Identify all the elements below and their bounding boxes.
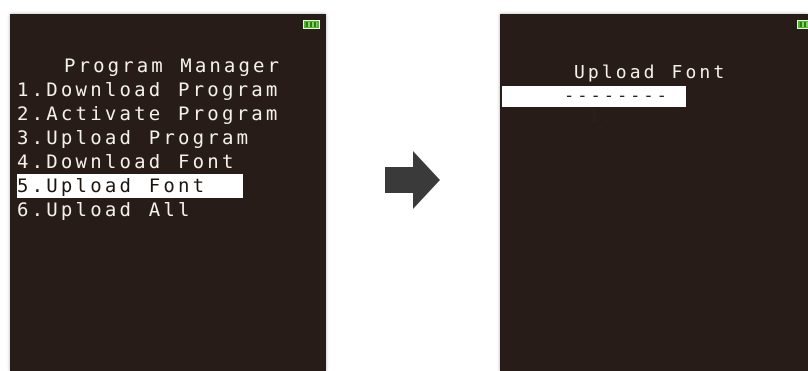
left-terminal-screen: Program Manager 1.Download Program 2.Act… bbox=[10, 14, 326, 371]
font-entry-value: -------- bbox=[564, 86, 670, 106]
menu-item-upload-all[interactable]: 6.Upload All bbox=[17, 198, 193, 222]
menu-item-upload-program[interactable]: 3.Upload Program bbox=[17, 126, 251, 150]
right-arrow-icon bbox=[385, 151, 440, 209]
battery-icon bbox=[303, 20, 320, 29]
right-terminal-screen: Upload Font 1. -------- bbox=[500, 14, 808, 371]
menu-item-upload-font[interactable]: 5.Upload Font bbox=[17, 174, 243, 198]
menu-item-download-program[interactable]: 1.Download Program bbox=[17, 78, 281, 102]
font-entry-index: 1. bbox=[589, 107, 616, 127]
stage: Program Manager 1.Download Program 2.Act… bbox=[0, 0, 808, 371]
battery-icon bbox=[797, 20, 808, 29]
font-entry-row[interactable]: 1. -------- bbox=[502, 86, 686, 127]
menu-item-download-font[interactable]: 4.Download Font bbox=[17, 150, 237, 174]
upload-font-title: Upload Font bbox=[574, 62, 728, 83]
program-manager-title: Program Manager bbox=[64, 55, 283, 77]
menu-item-activate-program[interactable]: 2.Activate Program bbox=[17, 102, 281, 126]
